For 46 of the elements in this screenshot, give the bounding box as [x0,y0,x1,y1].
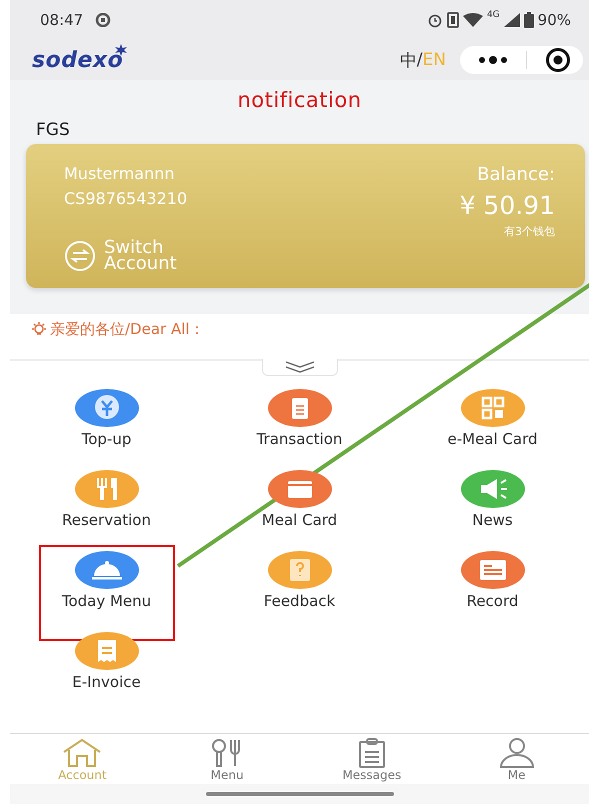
notice-text: 亲爱的各位/Dear All： [50,320,205,339]
tab-bar-item[interactable]: Menu [172,738,282,782]
card-icon [268,470,332,508]
fork-knife-icon [74,470,138,508]
company-name: FGS [35,119,71,142]
menu-tile[interactable]: e-Meal Card [424,383,560,454]
megaphone-icon [460,470,524,508]
close-icon[interactable] [545,47,571,73]
wallet-count: 有3个钱包 [504,224,555,239]
menu-tile[interactable]: News [424,464,560,535]
battery-icon [524,12,534,28]
network-label: 4G [486,10,500,20]
qr-code-icon [460,389,524,427]
logo: sodexo [32,48,124,72]
menu-tile[interactable]: Today Menu [38,545,174,641]
switch-icon[interactable] [64,240,96,272]
wifi-icon [462,13,483,27]
language-option[interactable]: 中 [400,48,417,72]
menu-tile[interactable]: Top-up [38,383,174,454]
yen-download-icon [74,389,138,427]
receipt-icon [74,632,138,670]
menu-tile[interactable]: Reservation [38,464,174,535]
alarm-icon [426,12,443,28]
menu-tile[interactable]: Record [424,545,560,616]
clipboard-icon [268,389,332,427]
question-note-icon [268,551,332,589]
signal-icon [504,13,520,27]
status-time: 08:47 [40,11,84,29]
card-number: CS9876543210 [64,189,188,208]
vibrate-icon [446,12,459,28]
cloche-icon [74,551,138,589]
menu-tile[interactable]: Meal Card [232,464,368,535]
chevron-down-icon [284,360,316,374]
tab-bar-item[interactable]: Messages [316,738,427,782]
expand-handle[interactable] [262,359,338,376]
menu-tile[interactable]: Transaction [232,383,368,454]
battery-level: 90% [538,11,571,29]
balance-label: Balance: [477,164,555,185]
menu-tile[interactable]: Feedback [232,545,368,616]
page-title: notification [236,87,363,114]
more-icon[interactable] [478,56,508,64]
document-icon [460,551,524,589]
language-separator: / [416,50,423,70]
account-name: Mustermannn [64,164,176,183]
tab-bar-item[interactable]: Me [462,738,572,782]
balance-amount: ¥ 50.91 [460,191,555,220]
